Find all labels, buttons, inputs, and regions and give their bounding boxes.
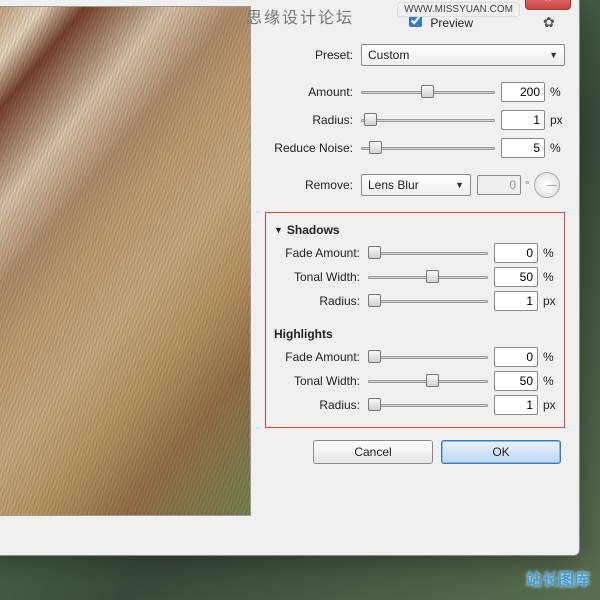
hl-fade-slider[interactable]: [368, 348, 488, 366]
preset-value: Custom: [368, 48, 409, 62]
remove-dropdown[interactable]: Lens Blur ▼: [361, 174, 471, 196]
hl-radius-unit: px: [538, 398, 558, 412]
remove-angle-input: [477, 175, 521, 195]
watermark-top: 思缘设计论坛: [246, 4, 354, 28]
hl-fade-label: Fade Amount:: [272, 350, 368, 364]
close-button[interactable]: ×: [525, 0, 571, 10]
shadows-highlights-box: ▼ Shadows Fade Amount: % Tonal Width: %: [265, 212, 565, 428]
sh-radius-label: Radius:: [272, 294, 368, 308]
preview-image[interactable]: [0, 6, 251, 516]
gear-icon[interactable]: ✿: [543, 14, 559, 30]
hl-radius-slider[interactable]: [368, 396, 488, 414]
sh-radius-input[interactable]: [494, 291, 538, 311]
preset-label: Preset:: [265, 48, 361, 62]
sh-tonal-unit: %: [538, 270, 558, 284]
preview-pane: − 50% +: [0, 6, 251, 545]
amount-slider[interactable]: [361, 83, 495, 101]
watermark-bottom: 站长图库: [526, 566, 590, 590]
preview-label: Preview: [430, 16, 473, 30]
radius-input[interactable]: [501, 110, 545, 130]
shadows-header[interactable]: ▼ Shadows: [274, 223, 558, 237]
amount-unit: %: [545, 85, 565, 99]
hl-tonal-input[interactable]: [494, 371, 538, 391]
sh-tonal-slider[interactable]: [368, 268, 488, 286]
cancel-button[interactable]: Cancel: [313, 440, 433, 464]
chevron-down-icon: ▼: [549, 50, 558, 60]
hl-fade-unit: %: [538, 350, 558, 364]
radius-label: Radius:: [265, 113, 361, 127]
sh-fade-slider[interactable]: [368, 244, 488, 262]
preset-dropdown[interactable]: Custom ▼: [361, 44, 565, 66]
dialog-window: × − 50% + Preview ✿ P: [0, 0, 580, 556]
amount-input[interactable]: [501, 82, 545, 102]
remove-value: Lens Blur: [368, 178, 419, 192]
chevron-down-icon: ▼: [455, 180, 464, 190]
triangle-down-icon: ▼: [274, 225, 283, 235]
noise-label: Reduce Noise:: [265, 141, 361, 155]
radius-unit: px: [545, 113, 565, 127]
noise-unit: %: [545, 141, 565, 155]
highlights-title: Highlights: [274, 327, 333, 341]
sh-fade-label: Fade Amount:: [272, 246, 368, 260]
hl-radius-input[interactable]: [494, 395, 538, 415]
amount-label: Amount:: [265, 85, 361, 99]
sh-tonal-input[interactable]: [494, 267, 538, 287]
angle-wheel[interactable]: [534, 172, 560, 198]
sh-tonal-label: Tonal Width:: [272, 270, 368, 284]
hl-radius-label: Radius:: [272, 398, 368, 412]
sh-fade-unit: %: [538, 246, 558, 260]
sh-radius-unit: px: [538, 294, 558, 308]
radius-slider[interactable]: [361, 111, 495, 129]
watermark-url: WWW.MISSYUAN.COM: [397, 2, 520, 17]
shadows-title: Shadows: [287, 223, 340, 237]
noise-slider[interactable]: [361, 139, 495, 157]
highlights-header: Highlights: [274, 327, 558, 341]
hl-tonal-slider[interactable]: [368, 372, 488, 390]
sh-fade-input[interactable]: [494, 243, 538, 263]
sh-radius-slider[interactable]: [368, 292, 488, 310]
degree-label: °: [521, 178, 534, 192]
ok-button[interactable]: OK: [441, 440, 561, 464]
hl-tonal-unit: %: [538, 374, 558, 388]
hl-fade-input[interactable]: [494, 347, 538, 367]
hl-tonal-label: Tonal Width:: [272, 374, 368, 388]
noise-input[interactable]: [501, 138, 545, 158]
remove-label: Remove:: [265, 178, 361, 192]
